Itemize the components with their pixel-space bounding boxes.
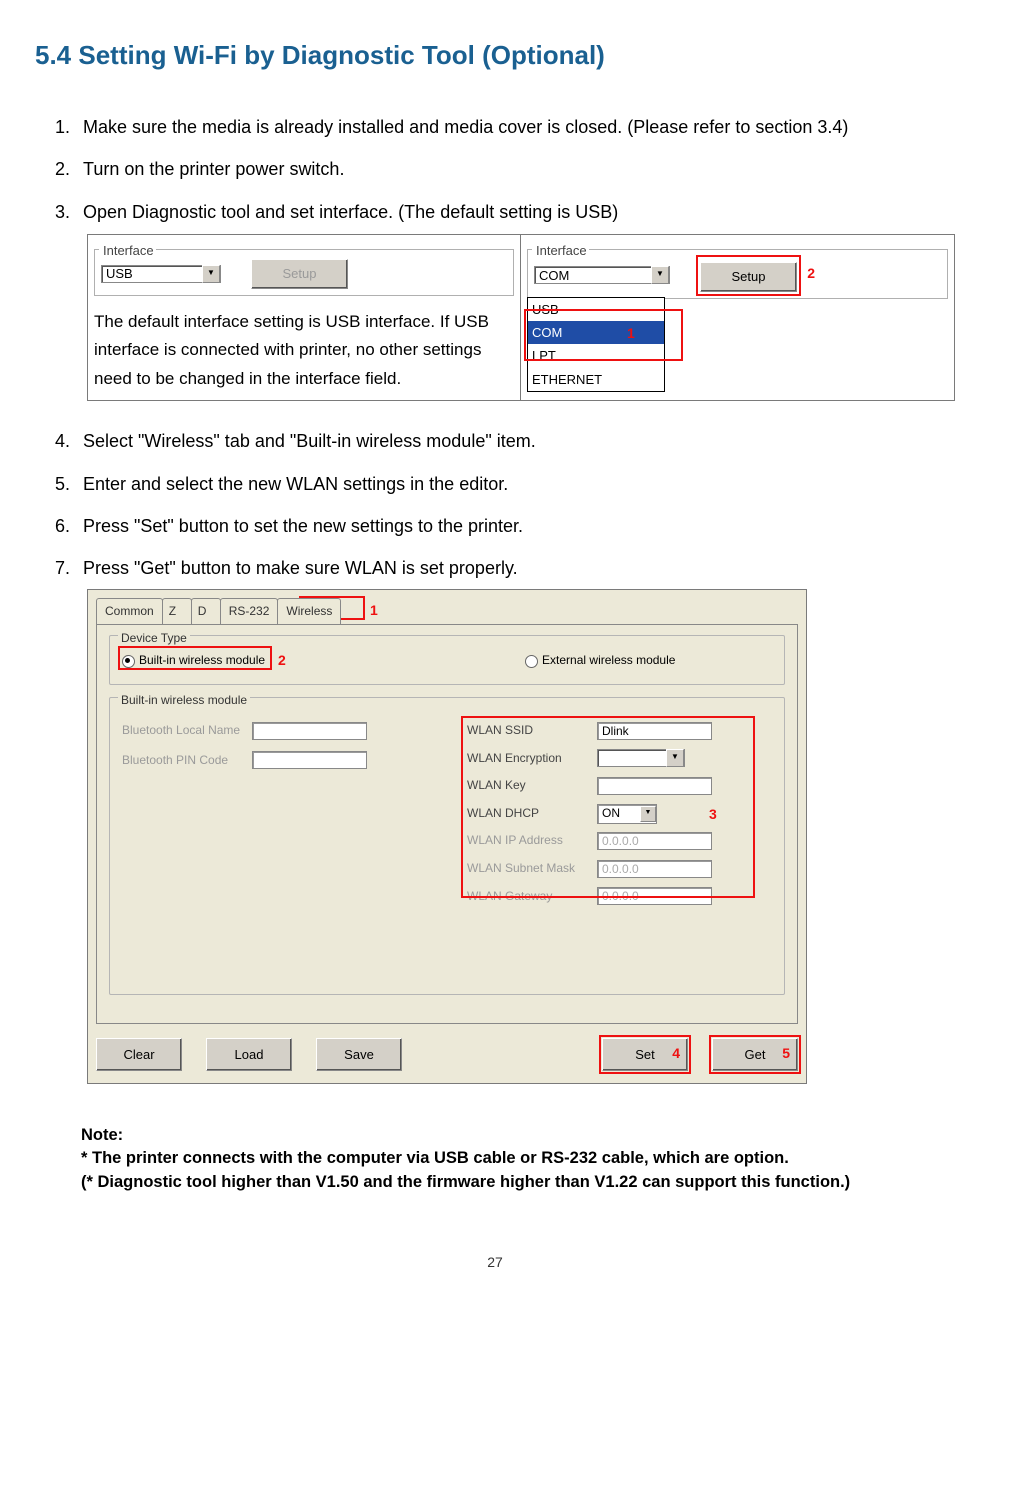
bt-name-input[interactable]: [252, 722, 367, 740]
button-row: Clear Load Save Set 4 Get 5: [96, 1038, 798, 1071]
wireless-panel: Common Z D RS-232 Wireless 1 Device Type…: [87, 589, 807, 1085]
marker-wl-3: 3: [709, 802, 717, 827]
interface-caption: The default interface setting is USB int…: [94, 308, 514, 395]
note-title: Note:: [81, 1124, 931, 1147]
interface-dropdown-list[interactable]: USB COM LPT ETHERNET: [527, 297, 665, 393]
interface-select-value: USB: [106, 262, 133, 285]
clear-button[interactable]: Clear: [96, 1038, 182, 1071]
marker-wl-1: 1: [370, 598, 378, 623]
device-type-label: Device Type: [118, 628, 190, 650]
step-list: Make sure the media is already installed…: [75, 111, 955, 1084]
interface-right-panel: Interface COM ▼ Setup 2: [521, 235, 954, 400]
radio-icon: [122, 655, 135, 668]
step-3: Open Diagnostic tool and set interface. …: [75, 196, 955, 401]
radio-external-label: External wireless module: [542, 650, 675, 672]
wlan-ssid-label: WLAN SSID: [467, 720, 597, 742]
tab-wireless[interactable]: Wireless: [277, 598, 341, 625]
interface-select-com-value: COM: [539, 264, 569, 287]
bt-pin-input[interactable]: [252, 751, 367, 769]
save-button[interactable]: Save: [316, 1038, 402, 1071]
radio-builtin-label: Built-in wireless module: [139, 650, 265, 672]
marker-wl-5: 5: [782, 1041, 790, 1066]
interface-fieldset-right: Interface COM ▼ Setup 2: [527, 249, 948, 298]
wlan-column: 3 WLAN SSID WLAN Encryption ▼: [467, 720, 772, 913]
tab-strip: Common Z D RS-232 Wireless 1: [96, 598, 798, 625]
setup-button[interactable]: Setup: [700, 262, 797, 291]
wlan-ip-input[interactable]: [597, 832, 712, 850]
radio-builtin[interactable]: Built-in wireless module 2: [122, 650, 265, 672]
wlan-ssid-input[interactable]: [597, 722, 712, 740]
wlan-mask-input[interactable]: [597, 860, 712, 878]
marker-wl-2: 2: [278, 648, 286, 673]
wlan-ip-label: WLAN IP Address: [467, 830, 597, 852]
wlan-gw-input[interactable]: [597, 887, 712, 905]
step-5: Enter and select the new WLAN settings i…: [75, 468, 955, 500]
chevron-down-icon: ▼: [202, 265, 220, 283]
step-7: Press "Get" button to make sure WLAN is …: [75, 552, 955, 1084]
marker-1: 1: [627, 321, 635, 346]
wlan-mask-label: WLAN Subnet Mask: [467, 858, 597, 880]
step-7-text: Press "Get" button to make sure WLAN is …: [83, 558, 518, 578]
step-1: Make sure the media is already installed…: [75, 111, 955, 143]
interface-legend: Interface: [101, 239, 156, 262]
radio-icon: [525, 655, 538, 668]
note-line-2: (* Diagnostic tool higher than V1.50 and…: [81, 1171, 931, 1194]
load-button[interactable]: Load: [206, 1038, 292, 1071]
wlan-dhcp-select[interactable]: ON ▼: [597, 804, 657, 824]
wlan-enc-select[interactable]: ▼: [597, 749, 685, 767]
chevron-down-icon: ▼: [640, 806, 656, 822]
tab-z[interactable]: Z: [162, 598, 192, 625]
tab-body-wireless: Device Type Built-in wireless module 2 E…: [96, 624, 798, 1024]
tab-common[interactable]: Common: [96, 598, 163, 625]
interface-select-com[interactable]: COM ▼: [534, 266, 670, 284]
chevron-down-icon: ▼: [651, 266, 669, 284]
wlan-gw-label: WLAN Gateway: [467, 886, 597, 908]
builtin-group-label: Built-in wireless module: [118, 690, 250, 712]
wlan-key-label: WLAN Key: [467, 775, 597, 797]
builtin-module-group: Built-in wireless module Bluetooth Local…: [109, 697, 785, 995]
chevron-down-icon: ▼: [666, 749, 684, 767]
wlan-dhcp-value: ON: [602, 803, 620, 825]
dropdown-option-com[interactable]: COM: [528, 321, 664, 344]
marker-2: 2: [807, 261, 815, 286]
bluetooth-column: Bluetooth Local Name Bluetooth PIN Code: [122, 720, 427, 913]
bt-name-label: Bluetooth Local Name: [122, 720, 252, 742]
section-heading: 5.4 Setting Wi-Fi by Diagnostic Tool (Op…: [35, 40, 955, 71]
wlan-key-input[interactable]: [597, 777, 712, 795]
step-4: Select "Wireless" tab and "Built-in wire…: [75, 425, 955, 457]
interface-figure: Interface USB ▼ Setup The default interf…: [87, 234, 955, 401]
interface-fieldset-left: Interface USB ▼ Setup: [94, 249, 514, 295]
dropdown-option-lpt[interactable]: LPT: [528, 344, 664, 367]
bt-pin-label: Bluetooth PIN Code: [122, 750, 252, 772]
device-type-group: Device Type Built-in wireless module 2 E…: [109, 635, 785, 685]
radio-external[interactable]: External wireless module: [525, 650, 675, 672]
interface-select-usb[interactable]: USB ▼: [101, 265, 221, 283]
tab-d[interactable]: D: [191, 598, 221, 625]
marker-wl-4: 4: [672, 1041, 680, 1066]
step-6: Press "Set" button to set the new settin…: [75, 510, 955, 542]
note-block: Note: * The printer connects with the co…: [81, 1124, 931, 1193]
note-line-1: * The printer connects with the computer…: [81, 1147, 931, 1170]
wlan-dhcp-label: WLAN DHCP: [467, 803, 597, 825]
wlan-enc-label: WLAN Encryption: [467, 748, 597, 770]
dropdown-option-usb[interactable]: USB: [528, 298, 664, 321]
step-2: Turn on the printer power switch.: [75, 153, 955, 185]
step-3-text: Open Diagnostic tool and set interface. …: [83, 202, 618, 222]
setup-button-disabled: Setup: [251, 259, 348, 288]
tab-rs232[interactable]: RS-232: [220, 598, 279, 625]
interface-left-panel: Interface USB ▼ Setup The default interf…: [88, 235, 521, 400]
dropdown-option-ethernet[interactable]: ETHERNET: [528, 368, 664, 391]
page-number: 27: [35, 1254, 955, 1270]
